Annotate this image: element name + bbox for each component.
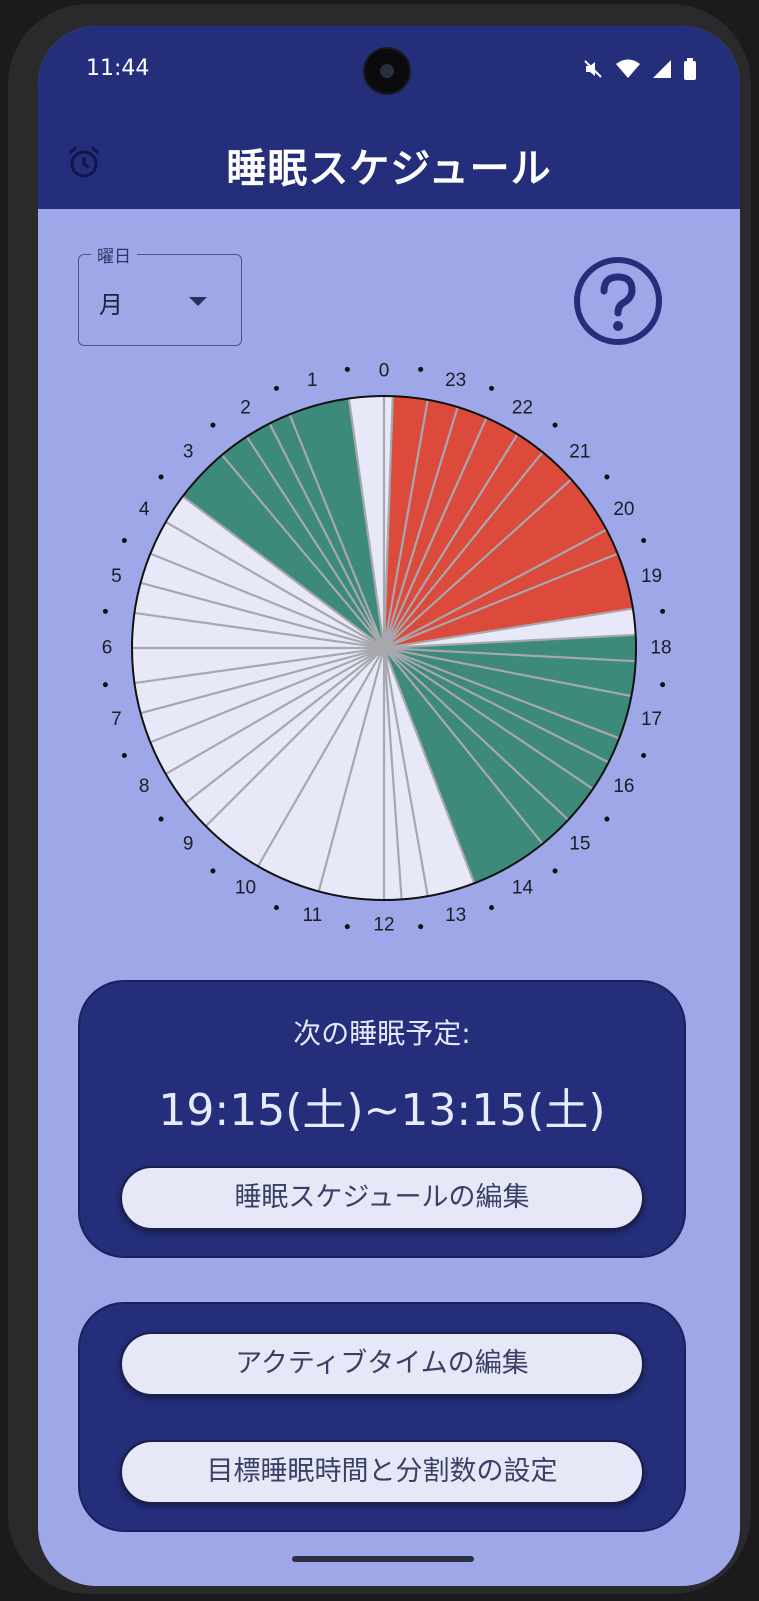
clock-tick-dot	[641, 753, 647, 759]
clock-tick-dot	[489, 385, 495, 391]
clock-tick-dot	[121, 753, 127, 759]
clock-tick-dot	[344, 366, 350, 372]
clock-hour-label: 10	[235, 877, 256, 898]
clock-hour-label: 21	[569, 442, 590, 463]
edit-sleep-schedule-button[interactable]: 睡眠スケジュールの編集	[120, 1166, 644, 1230]
clock-hour-label: 12	[373, 915, 394, 936]
next-sleep-card: 次の睡眠予定: 19:15(土)~13:15(土) 睡眠スケジュールの編集	[78, 980, 686, 1258]
clock-hour-label: 8	[139, 776, 150, 797]
dropdown-arrow-icon	[189, 297, 207, 306]
clock-tick-dot	[121, 537, 127, 543]
clock-tick-dot	[552, 422, 558, 428]
clock-tick-dot	[641, 537, 647, 543]
app-bar: 11:44 睡眠スケジュール	[38, 26, 740, 209]
edit-active-time-button[interactable]: アクティブタイムの編集	[120, 1332, 644, 1396]
next-sleep-label: 次の睡眠予定:	[293, 1017, 471, 1050]
target-sleep-settings-button[interactable]: 目標睡眠時間と分割数の設定	[120, 1440, 644, 1504]
clock-hour-label: 2	[240, 398, 251, 419]
clock-hour-label: 17	[641, 709, 662, 730]
clock-tick-dot	[344, 924, 350, 930]
clock-tick-dot	[552, 868, 558, 874]
day-dropdown[interactable]: 曜日 月	[78, 242, 242, 346]
sleep-clock-chart[interactable]: 121110987654321 0 2322212019181716151413	[84, 348, 684, 948]
page-title: 睡眠スケジュール	[226, 146, 552, 192]
clock-hour-label: 6	[102, 638, 113, 659]
day-dropdown-value: 月	[99, 291, 123, 319]
clock-hour-label: 14	[512, 877, 534, 898]
wifi-icon	[616, 59, 640, 78]
help-circle-icon[interactable]	[572, 255, 664, 347]
clock-hour-label: 4	[139, 499, 150, 520]
clock-tick-dot	[604, 816, 610, 822]
clock-hour-label: 1	[307, 370, 318, 391]
clock-hour-label: 20	[613, 499, 634, 520]
clock-hour-label: 9	[183, 833, 194, 854]
clock-hour-label: 0	[379, 361, 390, 382]
mute-icon	[584, 60, 602, 78]
clock-tick-dot	[273, 905, 279, 911]
clock-tick-dot	[102, 682, 108, 688]
clock-tick-dot	[158, 474, 164, 480]
clock-hour-label: 13	[445, 905, 466, 926]
next-sleep-value: 19:15(土)~13:15(土)	[158, 1085, 606, 1136]
clock-hour-label: 11	[302, 905, 322, 926]
clock-tick-dot	[158, 816, 164, 822]
clock-tick-dot	[660, 682, 666, 688]
actions-card: アクティブタイムの編集 目標睡眠時間と分割数の設定	[78, 1302, 686, 1532]
day-dropdown-label: 曜日	[91, 242, 137, 267]
clock-tick-dot	[273, 385, 279, 391]
clock-hour-label: 15	[569, 833, 590, 854]
app-screen: 11:44 睡眠スケジュール 曜日 月 12 11 10 9 8 7 6 5 4…	[38, 26, 740, 1586]
signal-icon	[653, 60, 671, 78]
clock-tick-dot	[660, 608, 666, 614]
clock-hour-label: 16	[613, 776, 634, 797]
clock-hour-label: 3	[183, 442, 194, 463]
front-camera	[365, 49, 409, 93]
status-icons	[582, 58, 696, 80]
device-frame: 11:44 睡眠スケジュール 曜日 月 12 11 10 9 8 7 6 5 4…	[8, 4, 751, 1594]
status-bar: 11:44	[38, 26, 740, 116]
battery-icon	[684, 58, 696, 80]
clock-tick-dot	[102, 608, 108, 614]
clock-hour-label: 22	[512, 398, 533, 419]
clock-tick-dot	[418, 924, 424, 930]
clock-tick-dot	[604, 474, 610, 480]
status-time: 11:44	[86, 56, 150, 81]
gesture-nav-handle[interactable]	[292, 1556, 474, 1562]
clock-hour-label: 23	[445, 370, 466, 391]
clock-hour-label: 18	[650, 638, 671, 659]
clock-tick-dot	[210, 868, 216, 874]
clock-hour-label: 5	[111, 566, 122, 587]
clock-hour-label: 7	[111, 709, 122, 730]
clock-tick-dot	[210, 422, 216, 428]
clock-tick-dot	[418, 366, 424, 372]
clock-tick-dot	[489, 905, 495, 911]
clock-hour-label: 19	[641, 566, 662, 587]
